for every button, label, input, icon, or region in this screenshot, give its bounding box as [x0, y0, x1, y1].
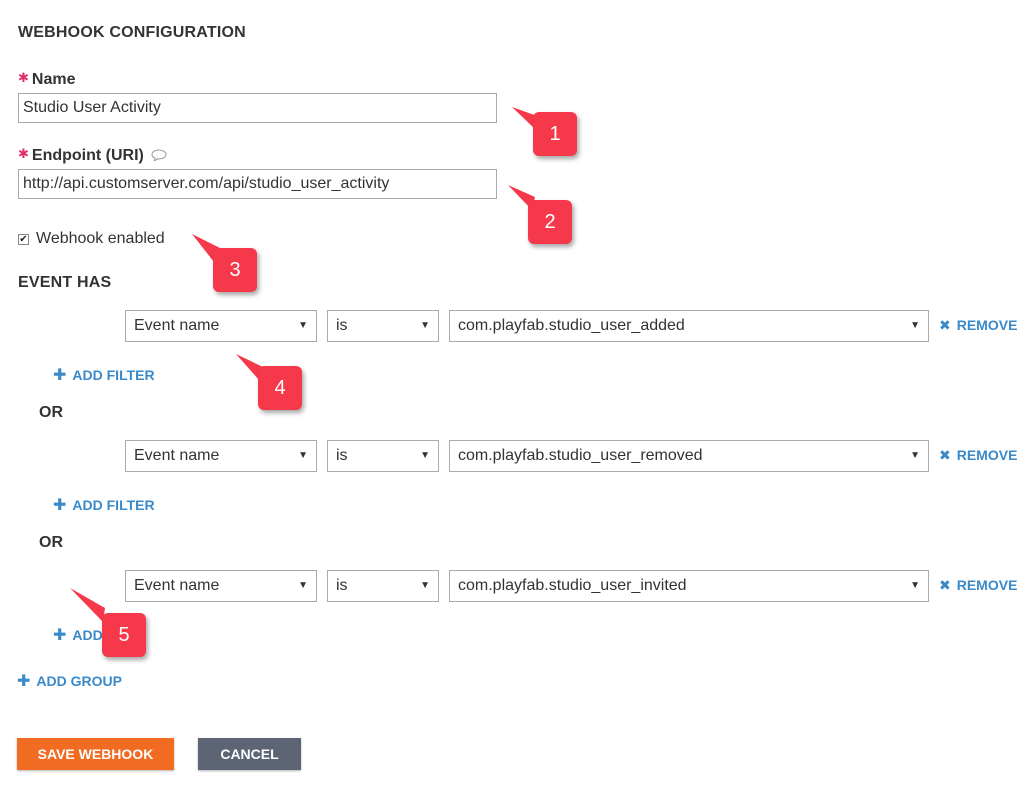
add-filter-link[interactable]: ✚ ADD FILTER: [53, 495, 155, 515]
field-select-value: Event name: [134, 317, 220, 334]
operator-select[interactable]: is ▼: [327, 440, 439, 472]
caret-down-icon: ▼: [420, 450, 430, 461]
operator-select[interactable]: is ▼: [327, 570, 439, 602]
field-select[interactable]: Event name ▼: [125, 440, 317, 472]
add-filter-link[interactable]: ✚ ADD: [53, 625, 103, 645]
add-group-link[interactable]: ✚ ADD GROUP: [17, 671, 122, 691]
caret-down-icon: ▼: [298, 580, 308, 591]
operator-select-value: is: [336, 317, 348, 334]
webhook-enabled-label: Webhook enabled: [36, 230, 165, 247]
plus-icon: ✚: [53, 627, 67, 644]
required-asterisk-icon: ✱: [18, 70, 29, 85]
add-filter-link[interactable]: ✚ ADD FILTER: [53, 365, 155, 385]
plus-icon: ✚: [53, 497, 67, 514]
x-icon: ✖: [939, 577, 951, 593]
value-select-value: com.playfab.studio_user_added: [458, 317, 685, 334]
cancel-button[interactable]: CANCEL: [198, 738, 301, 770]
caret-down-icon: ▼: [298, 320, 308, 331]
caret-down-icon: ▼: [298, 450, 308, 461]
remove-filter-link[interactable]: ✖ REMOVE: [939, 317, 1017, 335]
caret-down-icon: ▼: [910, 450, 920, 461]
x-icon: ✖: [939, 317, 951, 333]
field-select-value: Event name: [134, 447, 220, 464]
remove-filter-link[interactable]: ✖ REMOVE: [939, 577, 1017, 595]
callout-badge: 2: [528, 200, 572, 244]
callout-badge: 1: [533, 112, 577, 156]
field-select[interactable]: Event name ▼: [125, 570, 317, 602]
caret-down-icon: ▼: [420, 580, 430, 591]
page-title: WEBHOOK CONFIGURATION: [18, 24, 246, 41]
operator-select-value: is: [336, 577, 348, 594]
remove-filter-link[interactable]: ✖ REMOVE: [939, 447, 1017, 465]
callout-tail-5: [70, 588, 105, 622]
required-asterisk-icon: ✱: [18, 146, 29, 161]
value-select[interactable]: com.playfab.studio_user_removed ▼: [449, 440, 929, 472]
value-select-value: com.playfab.studio_user_removed: [458, 447, 703, 464]
callout-badge: 4: [258, 366, 302, 410]
value-select-value: com.playfab.studio_user_invited: [458, 577, 687, 594]
callout-badge: 5: [102, 613, 146, 657]
speech-bubble-icon[interactable]: [151, 148, 167, 166]
name-label: ✱ Name: [18, 70, 76, 88]
webhook-enabled-checkbox[interactable]: ✔: [18, 233, 29, 245]
webhook-enabled-row[interactable]: ✔ Webhook enabled: [18, 230, 165, 248]
value-select[interactable]: com.playfab.studio_user_invited ▼: [449, 570, 929, 602]
plus-icon: ✚: [17, 673, 31, 690]
plus-icon: ✚: [53, 367, 67, 384]
x-icon: ✖: [939, 447, 951, 463]
callout-badge: 3: [213, 248, 257, 292]
or-label: OR: [39, 534, 63, 551]
name-input[interactable]: Studio User Activity: [18, 93, 497, 123]
caret-down-icon: ▼: [910, 320, 920, 331]
caret-down-icon: ▼: [910, 580, 920, 591]
or-label: OR: [39, 404, 63, 421]
field-select[interactable]: Event name ▼: [125, 310, 317, 342]
event-has-label: EVENT HAS: [18, 274, 112, 291]
endpoint-label: ✱ Endpoint (URI): [18, 146, 167, 166]
caret-down-icon: ▼: [420, 320, 430, 331]
operator-select-value: is: [336, 447, 348, 464]
field-select-value: Event name: [134, 577, 220, 594]
endpoint-input[interactable]: http://api.customserver.com/api/studio_u…: [18, 169, 497, 199]
value-select[interactable]: com.playfab.studio_user_added ▼: [449, 310, 929, 342]
save-webhook-button[interactable]: SAVE WEBHOOK: [17, 738, 174, 770]
operator-select[interactable]: is ▼: [327, 310, 439, 342]
